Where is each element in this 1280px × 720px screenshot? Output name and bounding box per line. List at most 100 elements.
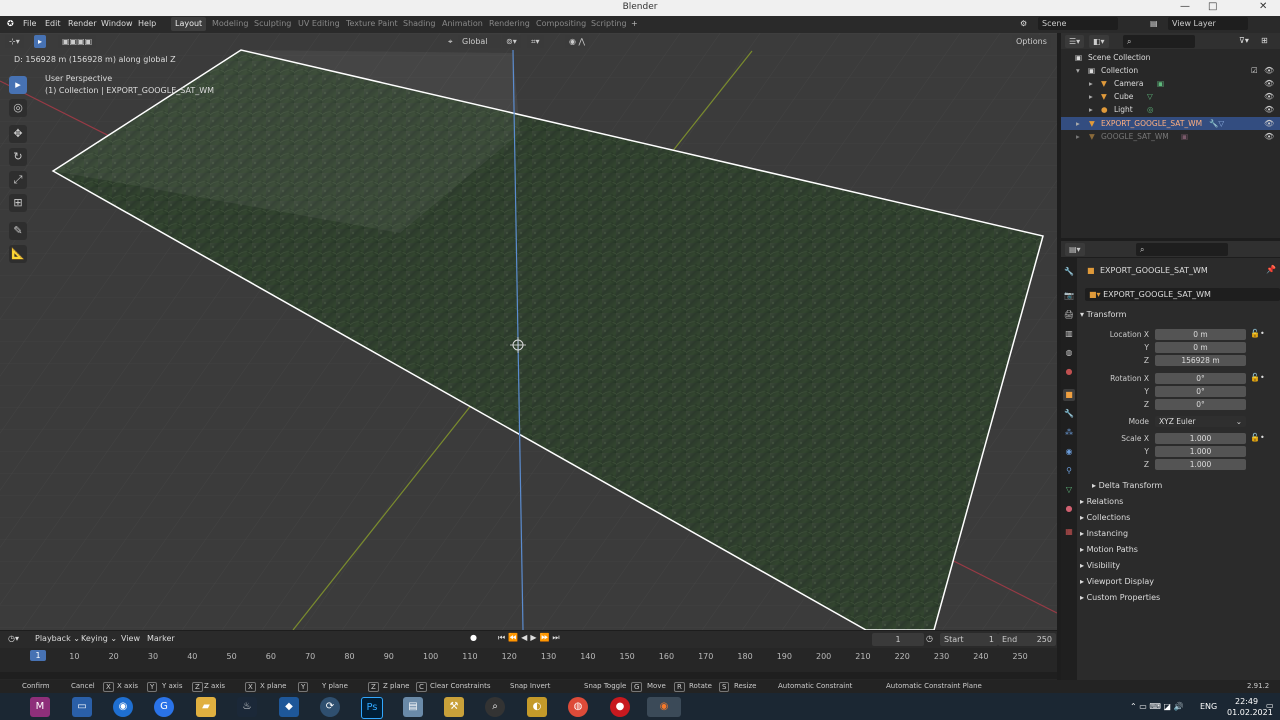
collections-panel-header[interactable]: ▸ Collections (1080, 513, 1130, 522)
app-g-icon[interactable]: G (154, 697, 174, 717)
location-z-field[interactable]: 156928 m (1155, 355, 1246, 366)
close-button[interactable]: ✕ (1259, 1, 1267, 12)
playback-menu[interactable]: Playback ⌄ (35, 634, 80, 643)
system-tray-icons[interactable]: ⌃ ▭ ⌨ ◪ 🔊 (1130, 702, 1184, 711)
checkbox-icon[interactable]: ☑ (1251, 64, 1258, 77)
blender-taskbar-icon[interactable]: ◉ (647, 697, 681, 717)
tab-compositing[interactable]: Compositing (532, 17, 590, 31)
options-dropdown[interactable]: Options (1012, 35, 1051, 48)
expand-arrow-icon[interactable]: ▸ (1076, 130, 1080, 143)
custom-properties-panel-header[interactable]: ▸ Custom Properties (1080, 593, 1160, 602)
app-m-icon[interactable]: M (30, 697, 50, 717)
snap-icon[interactable]: ⌗▾ (527, 35, 544, 48)
lock-icons-scale[interactable]: 🔓• (1250, 433, 1265, 442)
maximize-button[interactable]: □ (1208, 1, 1217, 12)
photoshop-icon[interactable]: Ps (361, 697, 383, 719)
tab-scripting[interactable]: Scripting (587, 17, 631, 31)
visibility-eye-icon[interactable]: 👁 (1264, 103, 1274, 116)
current-frame-field[interactable]: 1 (872, 633, 924, 646)
scale-y-field[interactable]: 1.000 (1155, 446, 1246, 457)
app-cup-icon[interactable]: ◐ (527, 697, 547, 717)
lock-icons-rotation[interactable]: 🔓• (1250, 373, 1265, 382)
world-tab-icon[interactable]: ● (1063, 366, 1075, 378)
end-frame-field[interactable]: End 250 (998, 633, 1056, 646)
steam-icon[interactable]: ♨ (237, 697, 257, 717)
visibility-eye-icon[interactable]: 👁 (1264, 64, 1274, 77)
view-layer-selector[interactable]: View Layer (1168, 17, 1248, 30)
outliner-item-cube[interactable]: ▸ ▼ Cube ▽ 👁 (1061, 90, 1280, 103)
app-search-icon[interactable]: ⌕ (485, 697, 505, 717)
outliner-search-input[interactable]: ⌕ (1123, 35, 1195, 48)
keying-menu[interactable]: Keying ⌄ (81, 634, 117, 643)
scale-x-field[interactable]: 1.000 (1155, 433, 1246, 444)
menu-window[interactable]: Window (101, 19, 133, 28)
outliner-scene-collection[interactable]: ▣ Scene Collection (1061, 51, 1280, 64)
texture-tab-icon[interactable]: ▦ (1063, 526, 1075, 538)
output-tab-icon[interactable]: 🖨 (1063, 309, 1075, 321)
expand-arrow-icon[interactable]: ▸ (1089, 103, 1093, 116)
lock-icons-location[interactable]: 🔓• (1250, 329, 1265, 338)
constraints-tab-icon[interactable]: ⚲ (1063, 465, 1075, 477)
timeline-scrollbar[interactable] (0, 672, 1057, 679)
menu-edit[interactable]: Edit (45, 19, 61, 28)
app-photos-icon[interactable]: ▤ (403, 697, 423, 717)
properties-search-input[interactable]: ⌕ (1136, 243, 1228, 256)
particles-tab-icon[interactable]: ⁂ (1063, 427, 1075, 439)
render-tab-icon[interactable]: 📷 (1063, 290, 1075, 302)
language-indicator[interactable]: ENG (1200, 702, 1217, 711)
app-circle-icon[interactable]: ◉ (113, 697, 133, 717)
viewport-display-panel-header[interactable]: ▸ Viewport Display (1080, 577, 1154, 586)
rotation-z-field[interactable]: 0° (1155, 399, 1246, 410)
app-sync-icon[interactable]: ⟳ (320, 697, 340, 717)
tab-sculpting[interactable]: Sculpting (250, 17, 295, 31)
visibility-eye-icon[interactable]: 👁 (1264, 117, 1274, 130)
rotation-x-field[interactable]: 0° (1155, 373, 1246, 384)
measure-tool-icon[interactable]: 📐 (9, 245, 27, 263)
scene-selector[interactable]: Scene (1038, 17, 1118, 30)
relations-panel-header[interactable]: ▸ Relations (1080, 497, 1123, 506)
properties-editor-icon[interactable]: ▤▾ (1065, 243, 1085, 256)
transform-panel-header[interactable]: ▾ Transform (1080, 310, 1126, 319)
app-blue-icon[interactable]: ◆ (279, 697, 299, 717)
transform-tool-icon[interactable]: ⊞ (9, 194, 27, 212)
pin-icon[interactable]: 📌 (1266, 265, 1276, 274)
tab-rendering[interactable]: Rendering (485, 17, 534, 31)
tab-texture-paint[interactable]: Texture Paint (342, 17, 402, 31)
playback-controls-icon[interactable]: ⏮⏪◀▶⏩⏭ (498, 633, 563, 643)
material-tab-icon[interactable]: ● (1063, 503, 1075, 515)
minimize-button[interactable]: — (1180, 1, 1190, 12)
scale-tool-icon[interactable]: ⤢ (9, 171, 27, 189)
object-tab-icon[interactable]: ■ (1063, 389, 1075, 401)
display-mode-icon[interactable]: ◧▾ (1089, 35, 1109, 48)
expand-arrow-icon[interactable]: ▾ (1076, 64, 1080, 77)
playhead[interactable]: 1 (30, 650, 46, 661)
proportional-edit-icon[interactable]: ◉ ⋀ (565, 35, 590, 48)
physics-tab-icon[interactable]: ◉ (1063, 446, 1075, 458)
select-mode-icon[interactable]: ▸ (34, 35, 47, 48)
outliner-item-export-google-sat[interactable]: ▸ ▼ EXPORT_GOOGLE_SAT_WM 🔧▽ 👁 (1061, 117, 1280, 130)
cursor-tool-icon[interactable]: ◎ (9, 99, 27, 117)
delta-transform-subpanel[interactable]: ▸ Delta Transform (1092, 481, 1162, 490)
outliner-item-camera[interactable]: ▸ ▼ Camera ▣ 👁 (1061, 77, 1280, 90)
expand-arrow-icon[interactable]: ▸ (1089, 90, 1093, 103)
tab-animation[interactable]: Animation (438, 17, 487, 31)
add-workspace-button[interactable]: + (627, 17, 642, 31)
chrome-icon[interactable]: ◍ (568, 697, 588, 717)
rotation-mode-dropdown[interactable]: XYZ Euler ⌄ (1155, 416, 1246, 427)
menu-help[interactable]: Help (138, 19, 156, 28)
notifications-icon[interactable]: ▭ (1266, 701, 1274, 710)
tab-uv-editing[interactable]: UV Editing (294, 17, 344, 31)
outliner-editor-icon[interactable]: ☰▾ (1065, 35, 1085, 48)
outliner-item-light[interactable]: ▸ ● Light ◎ 👁 (1061, 103, 1280, 116)
3d-viewport[interactable] (0, 33, 1057, 630)
rotate-tool-icon[interactable]: ↻ (9, 148, 27, 166)
rotation-y-field[interactable]: 0° (1155, 386, 1246, 397)
visibility-eye-icon[interactable]: 👁 (1264, 130, 1274, 143)
app-monitor-icon[interactable]: ▭ (72, 697, 92, 717)
app-tools-icon[interactable]: ⚒ (444, 697, 464, 717)
marker-menu[interactable]: Marker (147, 634, 175, 643)
data-tab-icon[interactable]: ▽ (1063, 484, 1075, 496)
view-menu[interactable]: View (121, 634, 140, 643)
pivot-icon[interactable]: ⊚▾ (502, 35, 521, 48)
object-name-field[interactable]: ■▾ EXPORT_GOOGLE_SAT_WM (1085, 288, 1280, 301)
